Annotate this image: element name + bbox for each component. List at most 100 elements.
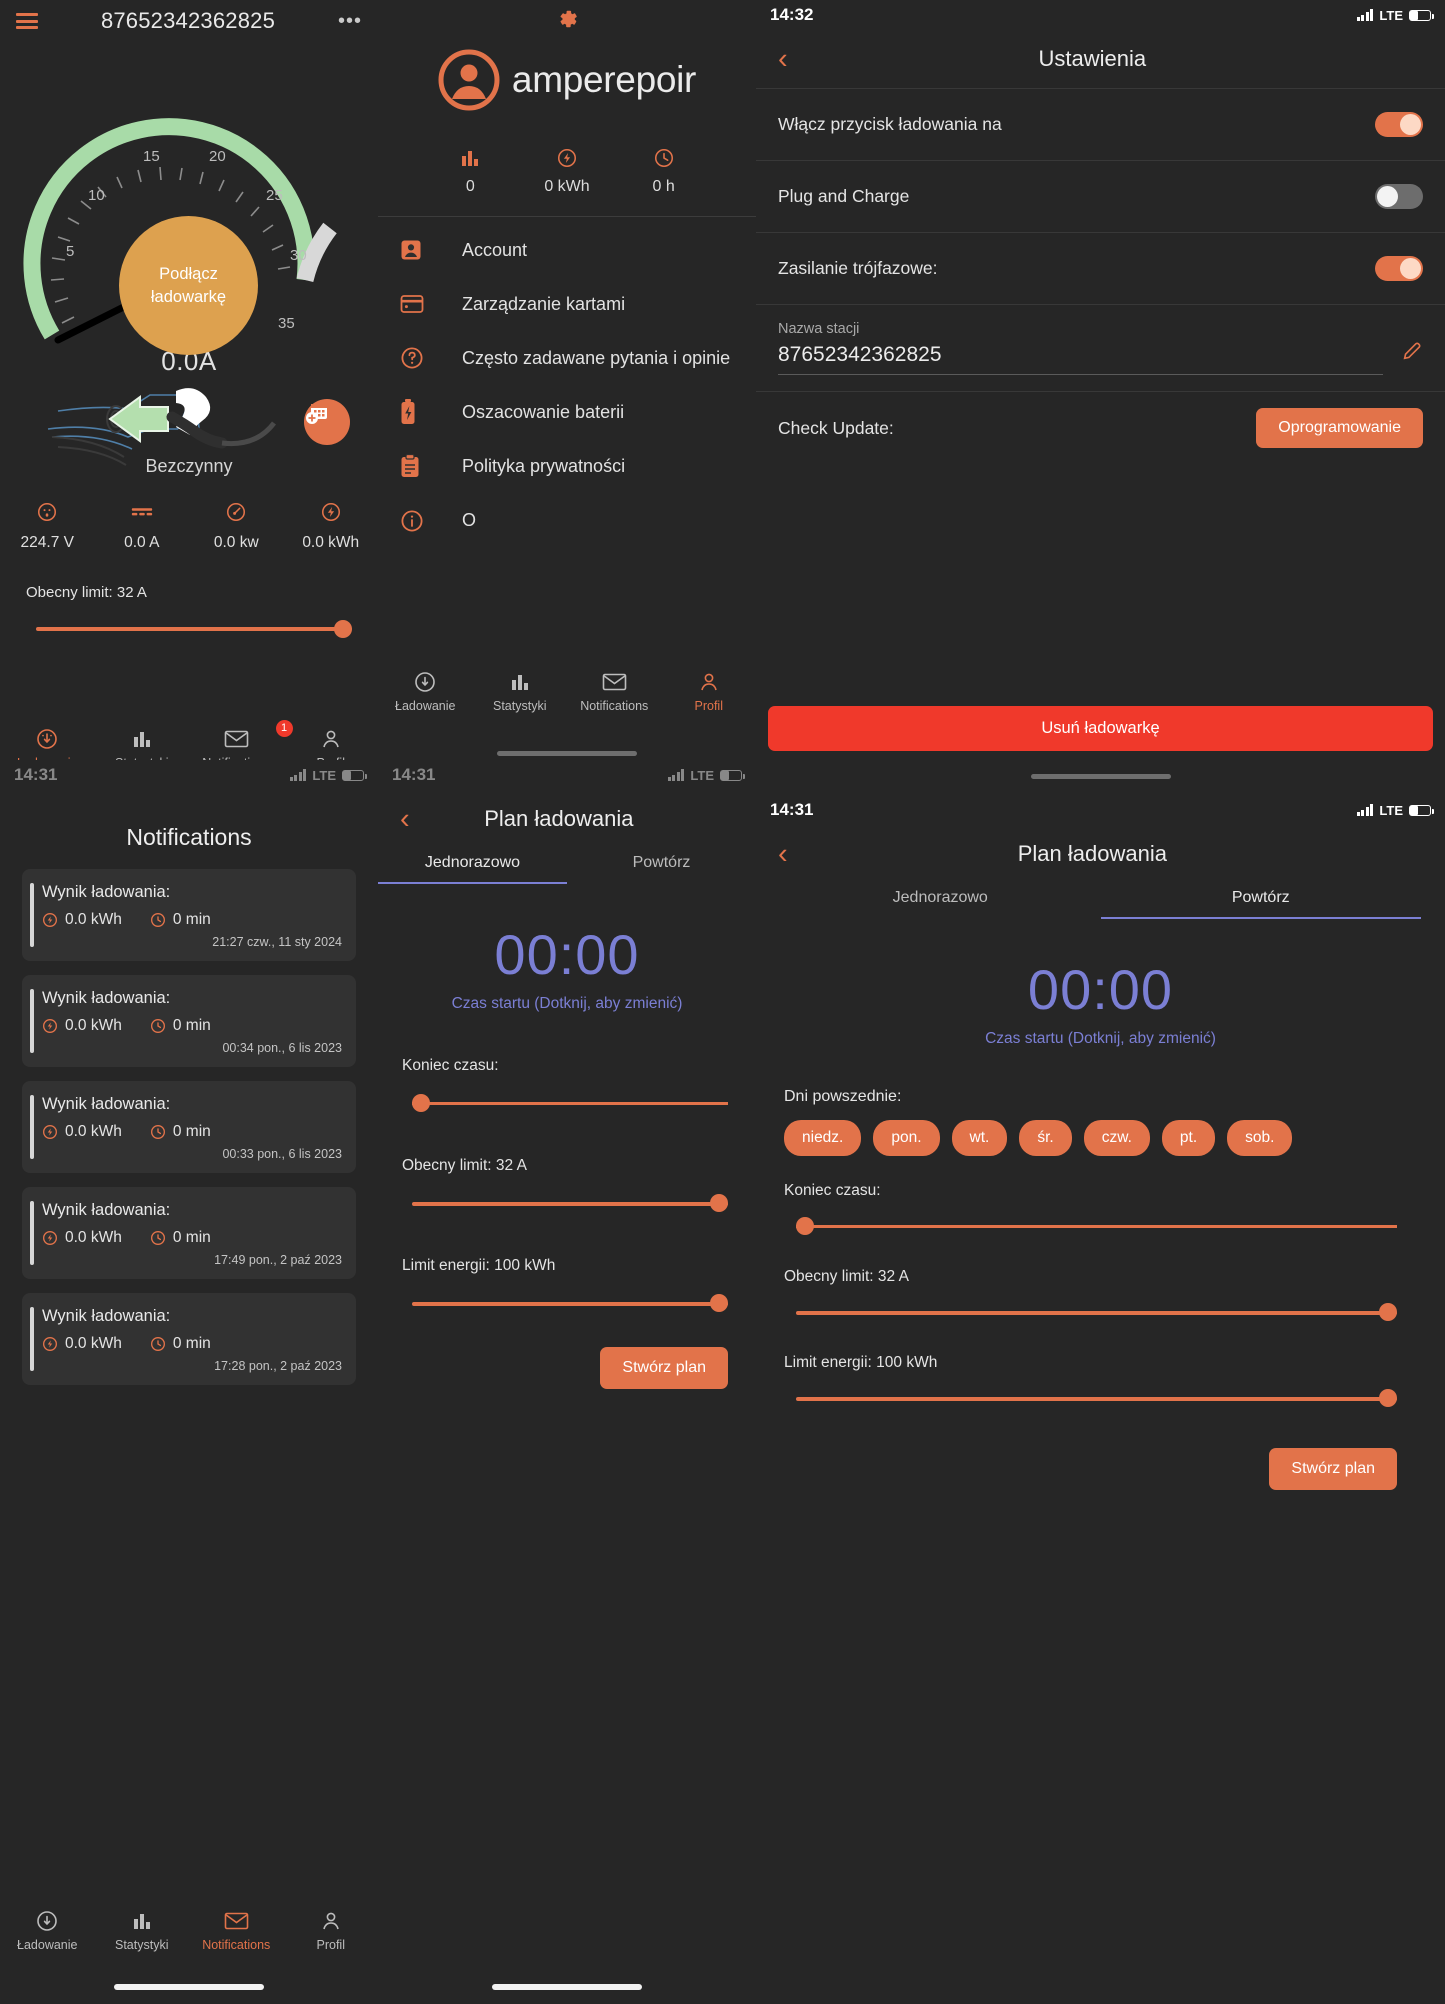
weekday-chip-wed[interactable]: śr. [1019,1120,1072,1156]
avatar-icon[interactable] [438,49,500,111]
start-time-value[interactable]: 00:00 [756,957,1445,1022]
charge-button-toggle[interactable] [1375,112,1423,137]
setting-row-charge-button[interactable]: Włącz przycisk ładowania na [756,88,1445,160]
info-icon [400,509,440,533]
menu-item-privacy[interactable]: Polityka prywatności [378,439,756,493]
menu-item-account[interactable]: Account [378,223,756,277]
current-limit-slider[interactable] [796,1302,1397,1322]
tab-statystyki[interactable]: Statystyki [473,668,568,713]
slider-thumb[interactable] [796,1217,814,1235]
menu-item-about[interactable]: O [378,493,756,547]
tab-label: Statystyki [493,699,547,713]
tab-profil[interactable]: Profil [662,668,757,713]
notification-card[interactable]: Wynik ładowania: 0.0 kWh 0 min 00:33 pon… [22,1081,356,1173]
tab-profil[interactable]: Profil [284,725,379,760]
envelope-icon: 1 [189,720,293,753]
energy-bolt-icon [43,1125,57,1139]
slider-thumb[interactable] [1379,1389,1397,1407]
slider-thumb[interactable] [334,620,352,638]
create-plan-button[interactable]: Stwórz plan [600,1347,728,1389]
end-time-slider[interactable] [796,1216,1397,1236]
tab-label: Profil [316,1938,345,1952]
tab-notifications[interactable]: Notifications [567,668,662,713]
station-name-input[interactable]: 87652342362825 [778,337,1383,375]
notification-card[interactable]: Wynik ładowania: 0.0 kWh 0 min 17:49 pon… [22,1187,356,1279]
setting-row-three-phase[interactable]: Zasilanie trójfazowe: [756,232,1445,304]
setting-row-plug-and-charge[interactable]: Plug and Charge [756,160,1445,232]
notification-timestamp: 00:33 pon., 6 lis 2023 [222,1147,342,1161]
weekday-chip-mon[interactable]: pon. [873,1120,940,1156]
weekday-chip-fri[interactable]: pt. [1161,1120,1216,1156]
gauge-tick-30: 30 [290,247,307,264]
plan-once-screen: 14:31 LTE ‹ Plan ładowania Jednorazowo P… [378,760,756,2004]
firmware-update-button[interactable]: Oprogramowanie [1256,408,1423,448]
bar-chart-icon [95,1907,190,1935]
notification-card[interactable]: Wynik ładowania: 0.0 kWh 0 min 21:27 czw… [22,869,356,961]
weekday-chip-sun[interactable]: niedz. [784,1120,862,1156]
menu-item-faq[interactable]: Często zadawane pytania i opinie [378,331,756,385]
network-label: LTE [1379,7,1403,23]
slider-track [796,1310,1397,1315]
energy-value: 0.0 kWh [65,1123,122,1140]
tab-statystyki[interactable]: Statystyki [95,725,190,760]
energy-limit-slider[interactable] [796,1388,1397,1408]
tab-jednorazowo[interactable]: Jednorazowo [378,854,567,884]
chevron-left-icon[interactable]: ‹ [778,44,788,74]
current-limit-slider[interactable] [36,619,352,639]
settings-gear-button[interactable] [378,0,756,37]
tab-ladowanie[interactable]: Ładowanie [378,668,473,713]
tab-label: Ładowanie [395,699,456,713]
station-name-field[interactable]: Nazwa stacji 87652342362825 [756,304,1445,383]
field-label: Nazwa stacji [778,321,860,337]
add-schedule-icon[interactable] [304,399,350,445]
current-gauge: 5 10 15 20 25 30 35 Podłącz ładowarkę [0,42,378,355]
tab-notifications[interactable]: 1 Notifications [189,720,293,760]
start-time-hint[interactable]: Czas startu (Dotknij, aby zmienić) [378,995,756,1013]
profile-metrics-row: 0 0 kWh 0 h [378,145,756,196]
home-indicator [492,1984,642,1990]
slider-thumb[interactable] [1379,1303,1397,1321]
slider-track [796,1224,1397,1228]
tab-ladowanie[interactable]: Ładowanie [0,1907,95,1952]
notification-card[interactable]: Wynik ładowania: 0.0 kWh 0 min 00:34 pon… [22,975,356,1067]
energy-bolt-icon [43,1019,57,1033]
end-time-slider[interactable] [412,1093,728,1113]
tab-powtorz[interactable]: Powtórz [1100,889,1421,919]
start-time-value[interactable]: 00:00 [378,922,756,987]
slider-thumb[interactable] [412,1094,430,1112]
status-text: Bezczynny [145,456,233,476]
tab-notifications[interactable]: Notifications [189,1907,284,1952]
energy-bolt-icon [43,913,57,927]
create-plan-button[interactable]: Stwórz plan [1269,1448,1397,1490]
slider-thumb[interactable] [710,1294,728,1312]
pencil-icon[interactable] [1401,340,1423,375]
plug-and-charge-toggle[interactable] [1375,184,1423,209]
slider-thumb[interactable] [710,1194,728,1212]
menu-item-battery[interactable]: Oszacowanie baterii [378,385,756,439]
plan-tabs: Jednorazowo Powtórz [378,854,756,884]
home-indicator [1030,774,1171,779]
energy-limit-slider[interactable] [412,1293,728,1313]
notification-card[interactable]: Wynik ładowania: 0.0 kWh 0 min 17:28 pon… [22,1293,356,1385]
bottom-tabbar: Ładowanie Statystyki 1 Notifications Pro… [0,717,378,760]
notification-heading: Wynik ładowania: [42,989,171,1007]
three-phase-toggle[interactable] [1375,256,1423,281]
tab-powtorz[interactable]: Powtórz [567,854,756,884]
status-time: 14:31 [14,765,58,784]
menu-item-cards[interactable]: Zarządzanie kartami [378,277,756,331]
tab-jednorazowo[interactable]: Jednorazowo [780,889,1101,919]
chevron-left-icon[interactable]: ‹ [778,839,788,869]
connect-charger-button[interactable]: Podłącz ładowarkę [119,216,258,355]
tab-profil[interactable]: Profil [284,1907,379,1952]
chevron-left-icon[interactable]: ‹ [400,804,410,834]
weekday-chip-tue[interactable]: wt. [951,1120,1008,1156]
tab-statystyki[interactable]: Statystyki [95,1907,190,1952]
energy-bolt-icon [284,499,379,525]
network-label: LTE [1379,802,1403,818]
tab-ladowanie[interactable]: Ładowanie [0,725,95,760]
start-time-hint[interactable]: Czas startu (Dotknij, aby zmienić) [756,1030,1445,1048]
weekday-chip-thu[interactable]: czw. [1083,1120,1150,1156]
current-limit-slider[interactable] [412,1193,728,1213]
weekday-chip-sat[interactable]: sob. [1227,1120,1293,1156]
delete-charger-button[interactable]: Usuń ładowarkę [768,706,1433,751]
